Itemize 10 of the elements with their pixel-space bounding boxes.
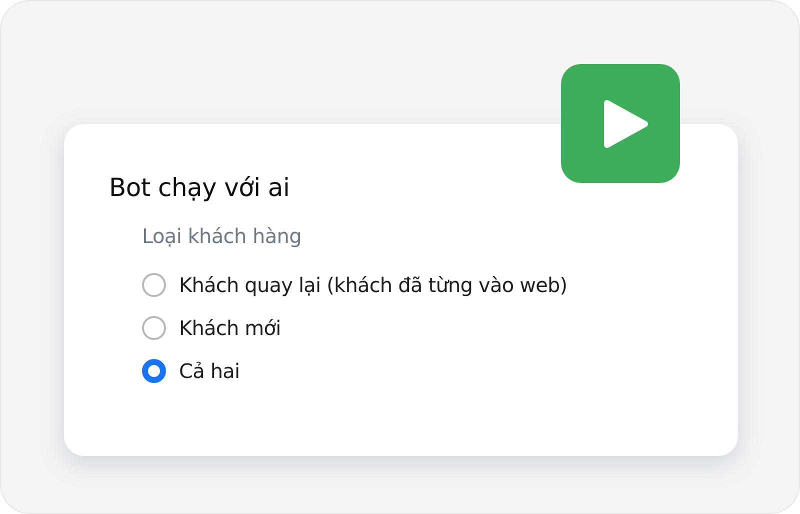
field-label: Loại khách hàng <box>142 223 303 250</box>
radio-button[interactable] <box>142 273 166 297</box>
card-title: Bot chạy với ai <box>109 172 291 204</box>
play-icon <box>602 98 648 148</box>
option-label: Khách mới <box>179 316 281 340</box>
option-label: Khách quay lại (khách đã từng vào web) <box>179 273 568 297</box>
radio-button[interactable] <box>142 359 166 383</box>
radio-button[interactable] <box>142 316 166 340</box>
play-button[interactable] <box>561 64 680 183</box>
option-label: Cả hai <box>179 359 240 383</box>
